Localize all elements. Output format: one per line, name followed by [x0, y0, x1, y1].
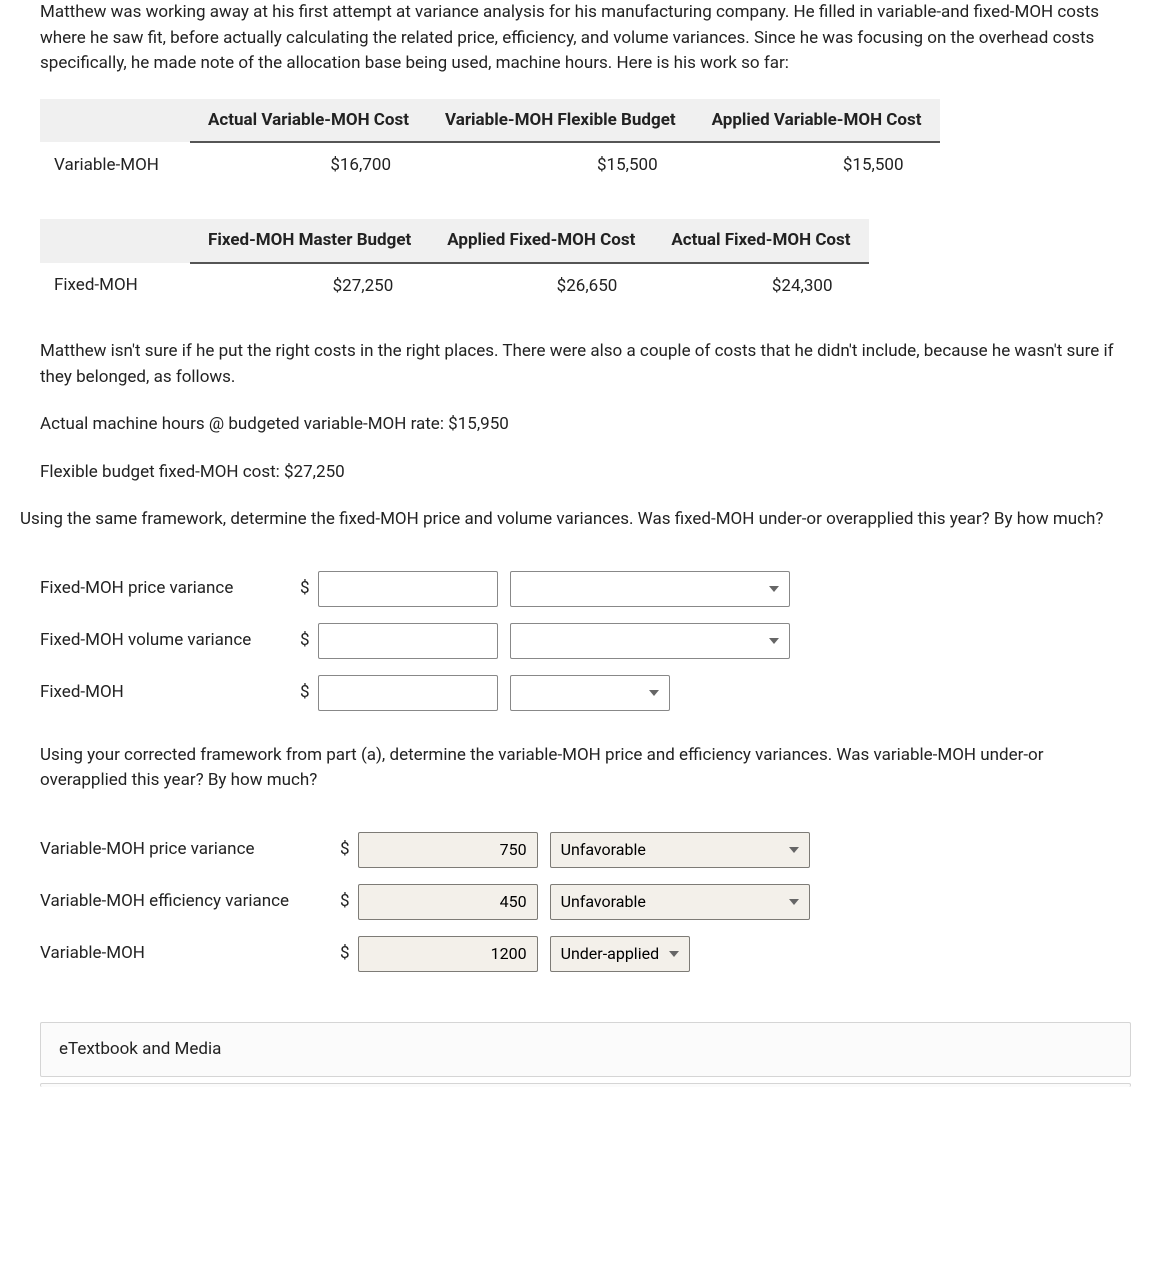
- var-applied-select[interactable]: Under-applied: [550, 936, 690, 972]
- fixed-applied-input[interactable]: [318, 675, 498, 711]
- fixed-volume-select[interactable]: [510, 623, 790, 659]
- fixed-applied-select[interactable]: [510, 675, 670, 711]
- fixed-price-label: Fixed-MOH price variance: [40, 571, 300, 607]
- dollar-sign: $: [340, 884, 358, 920]
- dollar-sign: $: [340, 936, 358, 972]
- variable-moh-answer-grid: Variable-MOH price variance $ Unfavorabl…: [40, 816, 822, 988]
- var-efficiency-input[interactable]: [358, 884, 538, 920]
- fixed-volume-input[interactable]: [318, 623, 498, 659]
- t1-val1: $16,700: [190, 142, 427, 189]
- var-price-select[interactable]: Unfavorable: [550, 832, 810, 868]
- var-price-label: Variable-MOH price variance: [40, 832, 340, 868]
- t2-row-label: Fixed-MOH: [40, 263, 190, 310]
- partial-panel: [40, 1083, 1131, 1087]
- var-efficiency-select[interactable]: Unfavorable: [550, 884, 810, 920]
- t2-col2-header: Applied Fixed-MOH Cost: [429, 219, 653, 263]
- fixed-volume-label: Fixed-MOH volume variance: [40, 623, 300, 659]
- t1-col2-header: Variable-MOH Flexible Budget: [427, 99, 694, 143]
- fixed-price-select[interactable]: [510, 571, 790, 607]
- extra-info-2: Flexible budget fixed-MOH cost: $27,250: [40, 460, 1131, 486]
- t2-col1-header: Fixed-MOH Master Budget: [190, 219, 429, 263]
- var-price-input[interactable]: [358, 832, 538, 868]
- dollar-sign: $: [340, 832, 358, 868]
- t1-col1-header: Actual Variable-MOH Cost: [190, 99, 427, 143]
- dollar-sign: $: [300, 623, 318, 659]
- dollar-sign: $: [300, 571, 318, 607]
- t1-col3-header: Applied Variable-MOH Cost: [694, 99, 940, 143]
- extra-info-1: Actual machine hours @ budgeted variable…: [40, 412, 1131, 438]
- etextbook-media-button[interactable]: eTextbook and Media: [40, 1022, 1131, 1078]
- t2-val2: $26,650: [429, 263, 653, 310]
- etextbook-media-label: eTextbook and Media: [59, 1039, 221, 1059]
- t1-val2: $15,500: [427, 142, 694, 189]
- t2-val3: $24,300: [653, 263, 868, 310]
- var-efficiency-label: Variable-MOH efficiency variance: [40, 884, 340, 920]
- t2-val1: $27,250: [190, 263, 429, 310]
- variable-moh-table: Actual Variable-MOH Cost Variable-MOH Fl…: [40, 99, 940, 189]
- fixed-applied-label: Fixed-MOH: [40, 675, 300, 711]
- fixed-moh-answer-grid: Fixed-MOH price variance $ Fixed-MOH vol…: [40, 555, 802, 727]
- dollar-sign: $: [300, 675, 318, 711]
- unsure-paragraph: Matthew isn't sure if he put the right c…: [40, 339, 1131, 390]
- t1-val3: $15,500: [694, 142, 940, 189]
- t1-row-label: Variable-MOH: [40, 142, 190, 189]
- fixed-moh-table: Fixed-MOH Master Budget Applied Fixed-MO…: [40, 219, 869, 309]
- fixed-price-input[interactable]: [318, 571, 498, 607]
- intro-paragraph: Matthew was working away at his first at…: [40, 0, 1131, 77]
- var-applied-label: Variable-MOH: [40, 936, 340, 972]
- fixed-question: Using the same framework, determine the …: [20, 507, 1131, 533]
- variable-question: Using your corrected framework from part…: [40, 743, 1131, 794]
- var-applied-input[interactable]: [358, 936, 538, 972]
- t2-col3-header: Actual Fixed-MOH Cost: [653, 219, 868, 263]
